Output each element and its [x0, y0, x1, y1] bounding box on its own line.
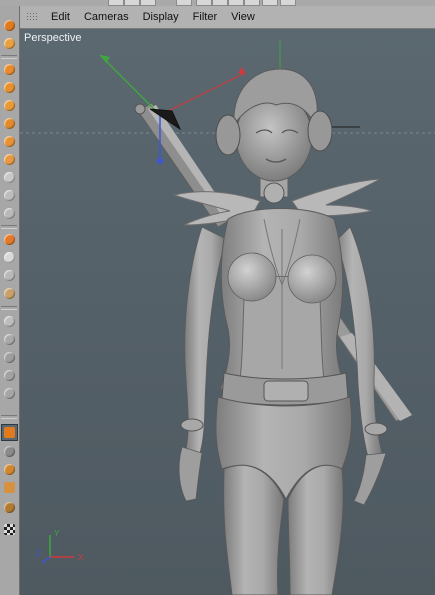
menu-cameras[interactable]: Cameras	[77, 11, 136, 23]
texture-mode-icon[interactable]	[2, 188, 17, 203]
camera-icon[interactable]	[2, 332, 17, 347]
menu-view[interactable]: View	[224, 11, 262, 23]
workplane-icon[interactable]	[2, 250, 17, 265]
drag-grip-icon[interactable]	[26, 12, 38, 22]
render-icon[interactable]	[2, 368, 17, 383]
hair-icon[interactable]	[2, 480, 17, 495]
character-model[interactable]	[20, 29, 435, 595]
lock-icon[interactable]	[2, 268, 17, 283]
render-settings-icon[interactable]	[1, 424, 18, 441]
viewport-menu-bar: Edit Cameras Display Filter View	[20, 6, 435, 29]
left-toolbar	[0, 6, 20, 595]
render-region-icon[interactable]	[2, 386, 17, 401]
axis-mode-icon[interactable]	[2, 206, 17, 221]
snap-icon[interactable]	[2, 232, 17, 247]
perspective-viewport[interactable]: Perspective Y X Z	[20, 29, 435, 595]
particles-icon[interactable]	[2, 462, 17, 477]
sculpt-icon[interactable]	[2, 350, 17, 365]
cube-icon[interactable]	[2, 286, 17, 301]
hair-icon[interactable]	[2, 444, 17, 459]
axis-y-label: Y	[54, 529, 60, 538]
edges-mode-icon[interactable]	[2, 152, 17, 167]
menu-edit[interactable]: Edit	[44, 11, 77, 23]
model-mode-icon[interactable]	[2, 98, 17, 113]
toolbar-divider	[1, 415, 17, 419]
sphere-tool-icon[interactable]	[2, 80, 17, 95]
rotate-tool-icon[interactable]	[2, 62, 17, 77]
toolbar-divider	[1, 55, 17, 59]
scale-tool-icon[interactable]	[2, 36, 17, 51]
toolbar-divider	[1, 306, 17, 310]
object-mode-icon[interactable]	[2, 116, 17, 131]
points-mode-icon[interactable]	[2, 134, 17, 149]
light-icon[interactable]	[2, 314, 17, 329]
toolbar-divider	[1, 225, 17, 229]
menu-filter[interactable]: Filter	[186, 11, 224, 23]
checker-icon[interactable]	[2, 522, 17, 537]
move-tool-icon[interactable]	[2, 18, 17, 33]
polygons-mode-icon[interactable]	[2, 170, 17, 185]
menu-display[interactable]: Display	[136, 11, 186, 23]
axis-z-label: Z	[36, 549, 41, 558]
particles-icon[interactable]	[2, 500, 17, 515]
axis-x-label: X	[78, 553, 84, 562]
